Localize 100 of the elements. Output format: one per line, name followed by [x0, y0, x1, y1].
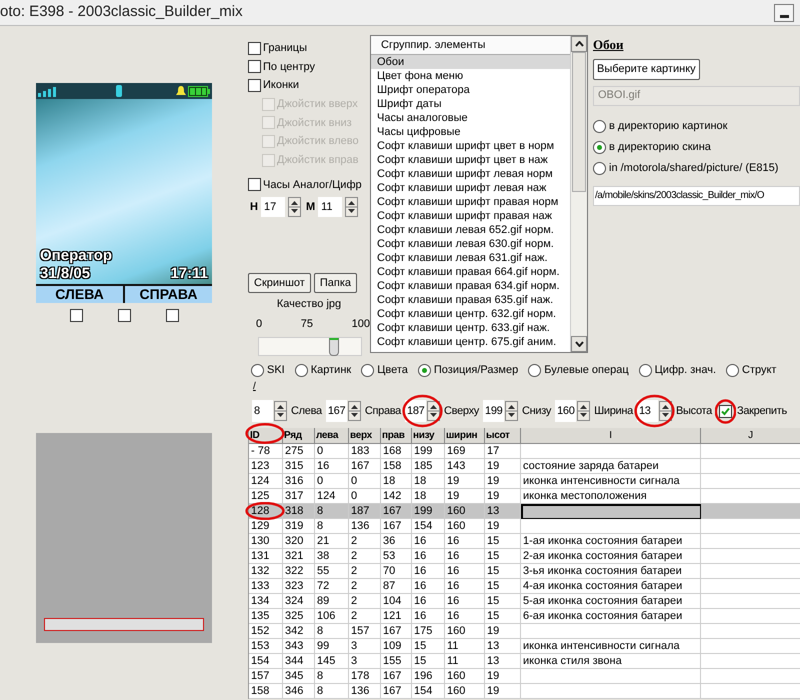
table-row[interactable]: 123 315 16 167 158 185 143 19 состояние заряда батареи [249, 459, 800, 474]
table-row[interactable]: 154 344 145 3 155 15 11 13 иконка стиля звона [249, 654, 800, 669]
list-item[interactable]: Софт клавиши левая 631.gif наж. [371, 251, 570, 265]
column-header[interactable]: ысот [485, 428, 521, 444]
list-item[interactable]: Часы цифровые [371, 125, 570, 139]
table-row[interactable]: 129 319 8 136 167 154 160 19 [249, 519, 800, 534]
table-cell: 19 [485, 519, 521, 534]
number-field[interactable]: 187 [405, 400, 426, 422]
list-item[interactable]: Софт клавиши шрифт цвет в наж [371, 153, 570, 167]
table-row[interactable]: 131 321 38 2 53 16 16 15 2-ая иконка состояния батареи [249, 549, 800, 564]
table-cell: 15 [485, 549, 521, 564]
field-label: Слева [291, 404, 322, 419]
number-field[interactable]: 199 [483, 400, 504, 422]
table-cell: 15 [412, 654, 445, 669]
list-item[interactable]: Цвет фона меню [371, 69, 570, 83]
number-field[interactable]: 11 [318, 197, 342, 218]
list-item[interactable]: Софт клавиши правая 634.gif норм. [371, 279, 570, 293]
table-cell: 70 [381, 564, 412, 579]
list-item[interactable]: Софт клавиши правая 664.gif норм. [371, 265, 570, 279]
table-cell: иконка интенсивности сигнала [521, 474, 701, 489]
table-cell: 15 [412, 639, 445, 654]
table-cell: 145 [315, 654, 349, 669]
table-cell: 6-ая иконка состояния батареи [521, 609, 701, 624]
number-field[interactable]: 8 [252, 400, 273, 422]
table-row[interactable]: 124 316 0 0 18 18 19 19 иконка интенсивности сигнала [249, 474, 800, 489]
table-cell: 109 [381, 639, 412, 654]
table-cell: 185 [412, 459, 445, 474]
table-cell: 4-ая иконка состояния батареи [521, 579, 701, 594]
table-cell: 345 [283, 669, 315, 684]
table-cell: 167 [381, 669, 412, 684]
table-cell: 15 [485, 564, 521, 579]
table-row[interactable]: 152 342 8 157 167 175 160 19 [249, 624, 800, 639]
table-cell: 136 [349, 684, 381, 699]
list-item[interactable]: Шрифт оператора [371, 83, 570, 97]
column-header[interactable]: ширин [445, 428, 485, 444]
radio-label: Цвета [377, 362, 408, 378]
table-cell: 16 [445, 534, 485, 549]
table-row[interactable]: 133 323 72 2 87 16 16 15 4-ая иконка состояния батареи [249, 579, 800, 594]
soft-key-label: СПРАВА [138, 286, 198, 303]
column-header[interactable]: I [521, 428, 701, 444]
column-header[interactable]: прав [381, 428, 412, 444]
table-cell: 99 [315, 639, 349, 654]
number-field[interactable]: 17 [260, 197, 285, 218]
list-item[interactable]: Софт клавиши центр. 675.gif аним. [371, 335, 570, 349]
table-cell: 8 [315, 669, 349, 684]
checkbox-label: По центру [263, 60, 315, 75]
checkbox-label: Закрепить [736, 404, 787, 419]
table-cell: 178 [349, 669, 381, 684]
table-row[interactable]: - 78 275 0 183 168 199 169 17 [249, 444, 800, 459]
number-field[interactable]: 160 [555, 400, 576, 422]
list-item[interactable]: Шрифт даты [371, 97, 570, 111]
table-cell: 8 [315, 624, 349, 639]
list-item[interactable]: Софт клавиши шрифт правая норм [371, 195, 570, 209]
list-item[interactable]: Софт клавиши левая 652.gif норм. [371, 223, 570, 237]
checkbox-label: Границы [263, 41, 307, 56]
list-item[interactable]: Софт клавиши шрифт цвет в норм [371, 139, 570, 153]
table-cell: 2 [349, 609, 381, 624]
list-item[interactable]: Софт клавиши левая 630.gif норм. [371, 237, 570, 251]
list-item[interactable]: Софт клавиши шрифт левая наж [371, 181, 570, 195]
list-item[interactable]: Часы аналоговые [371, 111, 570, 125]
table-cell: 16 [412, 594, 445, 609]
table-cell: 2 [349, 579, 381, 594]
table-cell: 158 [249, 684, 283, 699]
table-cell: 19 [485, 624, 521, 639]
radio-label: Картинк [310, 362, 352, 378]
field-label: M [306, 200, 316, 215]
toolbar-button[interactable]: Папка [314, 273, 357, 294]
radio-label: в директорию скина [609, 140, 711, 156]
choose-picture-button[interactable]: Выберите картинку [593, 58, 700, 80]
table-row[interactable]: 153 343 99 3 109 15 11 13 иконка интенсивности сигнала [249, 639, 800, 654]
table-cell: 322 [283, 564, 315, 579]
table-row[interactable]: 157 345 8 178 167 196 160 19 [249, 669, 800, 684]
list-item[interactable]: Софт клавиши центр. 633.gif наж. [371, 321, 570, 335]
table-cell: 199 [412, 504, 445, 519]
table-cell: 128 [249, 504, 283, 519]
column-header[interactable]: J [701, 428, 800, 444]
table-cell: 316 [283, 474, 315, 489]
table-cell: 16 [445, 549, 485, 564]
table-cell: 132 [249, 564, 283, 579]
table-row[interactable]: 134 324 89 2 104 16 16 15 5-ая иконка состояния батареи [249, 594, 800, 609]
list-item[interactable]: Софт клавиши правая 635.gif наж. [371, 293, 570, 307]
table-row[interactable]: 132 322 55 2 70 16 16 15 3-ья иконка состояния батареи [249, 564, 800, 579]
path-field[interactable]: /a/mobile/skins/2003classic_Builder_mix/O [593, 186, 800, 206]
column-header[interactable]: лева [315, 428, 349, 444]
number-field[interactable]: 167 [326, 400, 347, 422]
table-row[interactable]: 130 320 21 2 36 16 16 15 1-ая иконка состояния батареи [249, 534, 800, 549]
list-item[interactable]: Обои [371, 55, 570, 69]
list-item[interactable]: Софт клавиши шрифт правая наж [371, 209, 570, 223]
column-header[interactable]: низу [412, 428, 445, 444]
table-row[interactable]: 135 325 106 2 121 16 16 15 6-ая иконка состояния батареи [249, 609, 800, 624]
table-cell: 154 [249, 654, 283, 669]
column-header[interactable]: верх [349, 428, 381, 444]
table-cell: 15 [485, 609, 521, 624]
list-item[interactable]: Софт клавиши шрифт левая норм [371, 167, 570, 181]
table-cell: 2-ая иконка состояния батареи [521, 549, 701, 564]
list-item[interactable]: Софт клавиши центр. 632.gif норм. [371, 307, 570, 321]
table-cell: 344 [283, 654, 315, 669]
table-row[interactable]: 158 346 8 136 167 154 160 19 [249, 684, 800, 699]
toolbar-button[interactable]: Скриншот [248, 273, 311, 294]
column-header[interactable]: Ряд [283, 428, 315, 444]
